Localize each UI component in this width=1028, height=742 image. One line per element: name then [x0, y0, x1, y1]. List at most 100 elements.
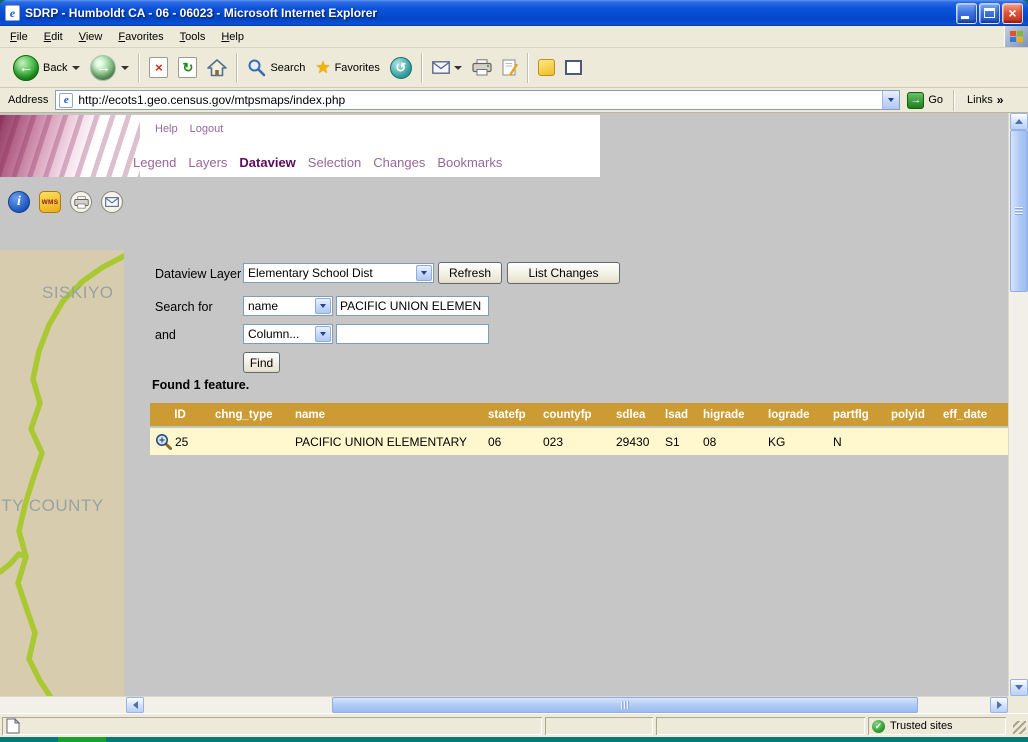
favorites-button[interactable]: ★ Favorites	[310, 50, 385, 86]
cell-id: 25	[150, 428, 210, 455]
document-icon	[6, 718, 20, 734]
horizontal-scroll-thumb[interactable]	[332, 697, 918, 713]
info-button[interactable]: i	[8, 191, 30, 213]
minimize-button[interactable]	[956, 3, 977, 24]
discuss-button[interactable]	[560, 50, 587, 86]
and-column-select[interactable]: Column...	[243, 324, 333, 344]
logout-link[interactable]: Logout	[190, 123, 224, 135]
list-changes-button[interactable]: List Changes	[507, 262, 620, 284]
menu-tools[interactable]: Tools	[172, 28, 214, 46]
back-icon: ←	[13, 55, 39, 81]
menu-view[interactable]: View	[71, 28, 111, 46]
menu-favorites[interactable]: Favorites	[110, 28, 171, 46]
toolbar-separator	[953, 90, 955, 111]
and-label: and	[155, 328, 176, 342]
refresh-layer-button[interactable]: Refresh	[438, 262, 502, 284]
map-frame[interactable]: SISKIYO ITY COUNTY	[0, 250, 124, 696]
table-row[interactable]: 25 PACIFIC UNION ELEMENTARY 06 023 29430…	[150, 428, 1008, 455]
address-input[interactable]: e http://ecots1.geo.census.gov/mtpsmaps/…	[55, 90, 900, 110]
menu-help[interactable]: Help	[213, 28, 252, 46]
address-bar: Address e http://ecots1.geo.census.gov/m…	[0, 88, 1028, 113]
and-text-input[interactable]	[336, 324, 489, 344]
tab-selection[interactable]: Selection	[308, 155, 361, 170]
cell-statefp: 06	[483, 428, 538, 455]
cell-countyfp: 023	[538, 428, 611, 455]
messenger-button[interactable]	[533, 50, 560, 86]
history-button[interactable]: ↺	[385, 50, 417, 86]
print-button[interactable]	[467, 50, 497, 86]
help-link[interactable]: Help	[155, 123, 178, 135]
site-logo-swoosh	[0, 115, 140, 177]
arrow-up-icon	[1015, 119, 1023, 124]
menu-file[interactable]: File	[2, 28, 36, 46]
back-button[interactable]: ← Back	[8, 50, 85, 86]
vertical-scrollbar[interactable]	[1008, 113, 1028, 696]
links-label[interactable]: Links	[967, 94, 993, 106]
desktop-strip	[0, 737, 1028, 742]
window-controls: ×	[956, 3, 1023, 24]
print-map-button[interactable]	[70, 191, 92, 213]
county-boundary-lines	[0, 250, 124, 696]
vertical-scroll-thumb[interactable]	[1010, 130, 1028, 292]
go-icon[interactable]: →	[907, 92, 924, 109]
arrow-left-icon	[133, 701, 138, 709]
select-dropdown-icon[interactable]	[416, 265, 432, 281]
stop-button[interactable]: ×	[144, 50, 173, 86]
forward-button[interactable]: →	[85, 50, 134, 86]
address-label: Address	[8, 94, 48, 106]
select-dropdown-icon[interactable]	[315, 326, 331, 342]
scroll-up-button[interactable]	[1010, 113, 1028, 130]
col-countyfp: countyfp	[538, 403, 611, 426]
printer-icon	[74, 196, 89, 209]
browser-toolbar: ← Back → × ↻ Search	[0, 48, 1028, 88]
tab-legend[interactable]: Legend	[133, 155, 176, 170]
mail-button[interactable]	[427, 50, 467, 86]
minimize-icon	[961, 16, 969, 19]
resize-gripper[interactable]	[1013, 721, 1026, 734]
thumb-grip	[1015, 207, 1023, 216]
browser-window: e SDRP - Humboldt CA - 06 - 06023 - Micr…	[0, 0, 1028, 742]
back-dropdown-icon[interactable]	[72, 66, 80, 70]
tab-changes[interactable]: Changes	[373, 155, 425, 170]
search-column-select[interactable]: name	[243, 296, 333, 316]
cell-chng-type	[210, 428, 290, 455]
scroll-down-button[interactable]	[1010, 679, 1028, 696]
scrollbar-corner	[1008, 696, 1028, 713]
search-button[interactable]: Search	[242, 50, 310, 86]
windows-logo-icon	[1004, 26, 1028, 47]
horizontal-scrollbar[interactable]	[0, 696, 1008, 713]
tab-layers[interactable]: Layers	[188, 155, 227, 170]
dataview-layer-select[interactable]: Elementary School Dist	[243, 263, 434, 283]
edit-button[interactable]	[497, 50, 523, 86]
address-url: http://ecots1.geo.census.gov/mtpsmaps/in…	[78, 93, 345, 107]
wms-button[interactable]: WMS	[39, 191, 61, 213]
go-button[interactable]: Go	[928, 94, 943, 106]
find-button[interactable]: Find	[243, 352, 280, 373]
home-icon	[207, 59, 227, 77]
address-dropdown-button[interactable]	[882, 91, 899, 109]
refresh-button[interactable]: ↻	[173, 50, 202, 86]
home-button[interactable]	[202, 50, 232, 86]
toolbar-separator	[138, 53, 140, 83]
table-header-row: ID chng_type name statefp countyfp sdlea…	[150, 403, 1008, 426]
links-chevron-icon[interactable]: »	[997, 93, 1004, 107]
email-map-button[interactable]	[101, 191, 123, 213]
identify-zoom-icon[interactable]	[155, 433, 172, 450]
tab-bookmarks[interactable]: Bookmarks	[437, 155, 502, 170]
menu-edit[interactable]: Edit	[36, 28, 71, 46]
close-button[interactable]: ×	[1002, 3, 1023, 24]
scroll-right-button[interactable]	[990, 697, 1008, 713]
page-content: Help Logout Legend Layers Dataview Selec…	[0, 113, 1008, 696]
tab-dataview[interactable]: Dataview	[239, 155, 295, 170]
favorites-label: Favorites	[335, 62, 380, 74]
search-text-input[interactable]	[336, 296, 489, 316]
scroll-left-button[interactable]	[126, 697, 144, 713]
mail-dropdown-icon[interactable]	[454, 66, 462, 70]
page-header: Help Logout Legend Layers Dataview Selec…	[0, 115, 600, 177]
select-dropdown-icon[interactable]	[315, 298, 331, 314]
forward-dropdown-icon[interactable]	[121, 66, 129, 70]
maximize-button[interactable]	[979, 3, 1000, 24]
nav-tabs: Legend Layers Dataview Selection Changes…	[133, 155, 502, 170]
status-panel	[656, 717, 865, 735]
col-chng-type: chng_type	[210, 403, 290, 426]
